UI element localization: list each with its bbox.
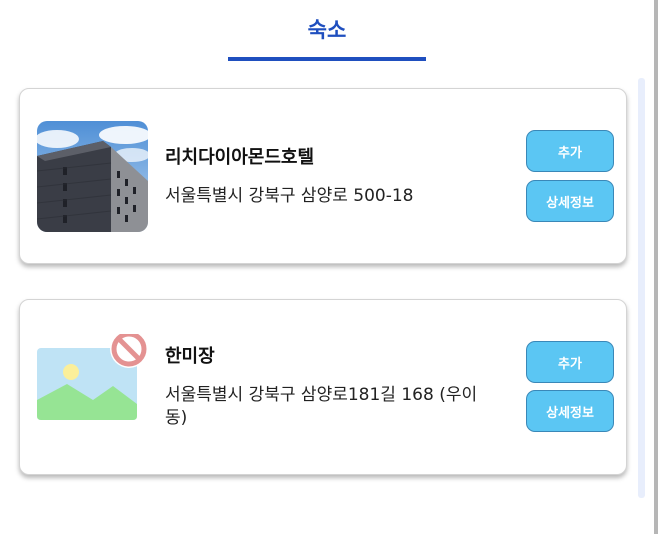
accommodation-name: 리치다이아몬드호텔 [165, 147, 315, 168]
no-image-icon [37, 334, 148, 430]
accommodation-tab[interactable]: 숙소 [0, 0, 654, 62]
add-button[interactable]: 추가 [526, 341, 614, 383]
accommodation-name: 한미장 [165, 346, 215, 367]
accommodation-page: 숙소 리치다이아몬드호텔 서울특별시 강북구 삼양로 500-18 추가 상세정… [0, 0, 658, 534]
add-button[interactable]: 추가 [526, 130, 614, 172]
window-edge [654, 0, 658, 534]
details-button[interactable]: 상세정보 [526, 180, 614, 222]
hotel-photo [37, 121, 148, 232]
details-button[interactable]: 상세정보 [526, 390, 614, 432]
accommodation-card: 리치다이아몬드호텔 서울특별시 강북구 삼양로 500-18 추가 상세정보 [19, 88, 627, 264]
accommodation-card: 한미장 서울특별시 강북구 삼양로181길 168 (우이동) 추가 상세정보 [19, 299, 627, 475]
accommodation-address: 서울특별시 강북구 삼양로 500-18 [165, 186, 414, 206]
tab-title[interactable]: 숙소 [228, 14, 426, 44]
scrollbar[interactable] [638, 78, 645, 498]
tab-active-indicator [228, 57, 426, 61]
accommodation-address: 서울특별시 강북구 삼양로181길 168 (우이동) [165, 385, 478, 428]
